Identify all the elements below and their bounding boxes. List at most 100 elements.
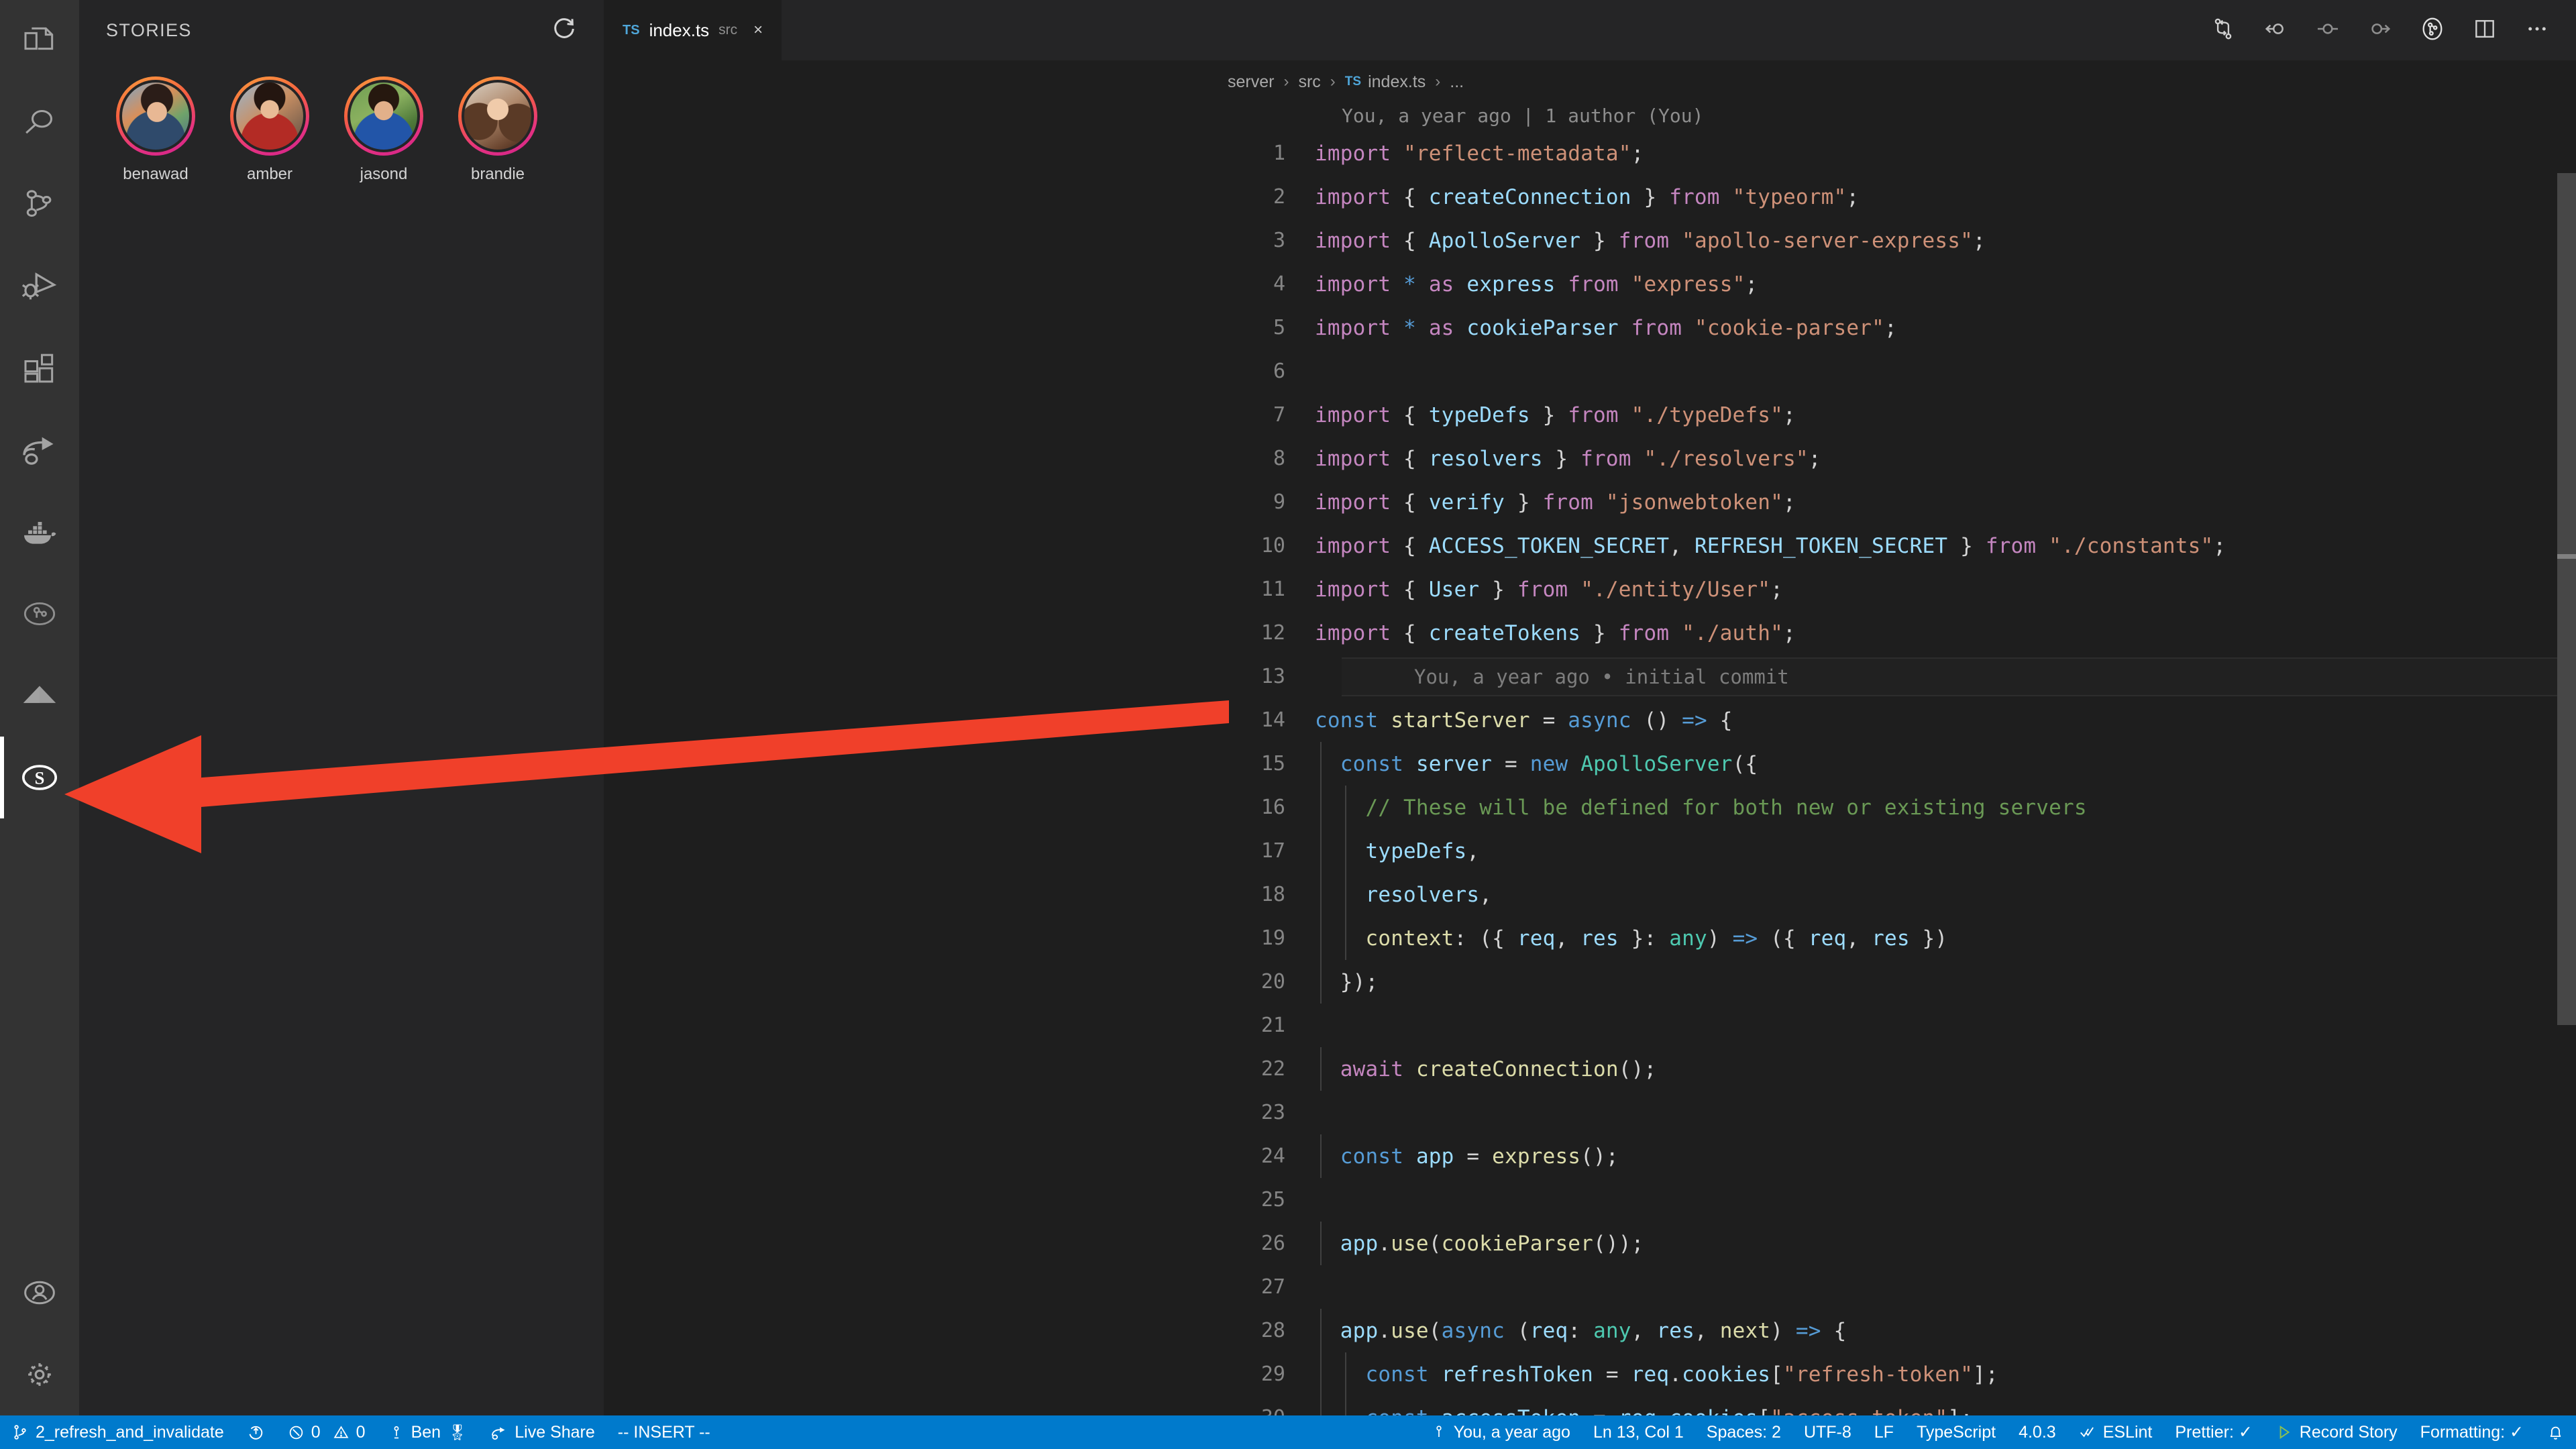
activity-bar-item-source-control[interactable]	[0, 164, 79, 246]
code-token: }:	[1618, 926, 1670, 951]
activity-bar-item-explorer[interactable]	[0, 0, 79, 82]
status-eslint[interactable]: ESLint	[2068, 1415, 2164, 1449]
more-actions-button[interactable]	[2522, 15, 2552, 45]
refresh-stories-button[interactable]	[547, 13, 581, 47]
tab-index-ts[interactable]: TS index.ts src ×	[604, 0, 782, 60]
code-token: ApolloServer	[1580, 751, 1733, 776]
status-problems[interactable]: 0 0	[276, 1415, 377, 1449]
code-line[interactable]: 20 });	[604, 960, 2576, 1004]
code-line[interactable]: 17 typeDefs,	[604, 829, 2576, 873]
line-number: 22	[1260, 1057, 1285, 1081]
status-formatting[interactable]: Formatting: ✓	[2409, 1415, 2535, 1449]
status-encoding[interactable]: UTF-8	[1792, 1415, 1863, 1449]
status-sync-changes[interactable]	[235, 1415, 276, 1449]
code-line[interactable]: 10 import { ACCESS_TOKEN_SECRET, REFRESH_…	[604, 524, 2576, 568]
eslint-label: ESLint	[2102, 1422, 2153, 1442]
breadcrumb-item-server[interactable]: server	[1228, 72, 1274, 92]
git-file-history-button[interactable]	[2418, 15, 2447, 45]
activity-bar-item-accounts[interactable]	[0, 1252, 79, 1334]
status-liveshare-user[interactable]: Ben 🎖	[377, 1415, 479, 1449]
code-line[interactable]: 9 import { verify } from "jsonwebtoken";	[604, 480, 2576, 524]
code-token: cookieParser	[1441, 1231, 1594, 1256]
bell-icon	[2546, 1424, 2565, 1442]
code-line[interactable]: 7 import { typeDefs } from "./typeDefs";	[604, 393, 2576, 437]
code-line[interactable]: 29 const refreshToken = req.cookies["ref…	[604, 1352, 2576, 1396]
codelens-commit-label[interactable]: You, a year ago • initial commit	[1414, 665, 1789, 688]
breadcrumb-item-src[interactable]: src	[1298, 72, 1320, 92]
compare-changes-button[interactable]	[2208, 15, 2238, 45]
code-line[interactable]: 25	[604, 1178, 2576, 1222]
code-line[interactable]: 22 await createConnection();	[604, 1047, 2576, 1091]
status-git-branch[interactable]: 2_refresh_and_invalidate	[0, 1415, 235, 1449]
next-change-button[interactable]	[2365, 15, 2395, 45]
code-line-codelens[interactable]: 13 You, a year ago • initial commit	[604, 655, 2576, 698]
activity-bar-item-test-explorer[interactable]	[0, 573, 79, 655]
code-line[interactable]: 6	[604, 350, 2576, 393]
status-typescript-version[interactable]: 4.0.3	[2007, 1415, 2068, 1449]
story-item[interactable]: amber	[221, 76, 318, 184]
code-line[interactable]: 19 context: ({ req, res }: any) => ({ re…	[604, 916, 2576, 960]
avatar	[350, 83, 417, 150]
story-item[interactable]: jasond	[335, 76, 432, 184]
activity-bar-item-extensions[interactable]	[0, 327, 79, 409]
code-editor[interactable]: You, a year ago | 1 author (You) 1 import…	[604, 103, 2576, 1415]
code-line[interactable]: 21	[604, 1004, 2576, 1047]
code-line-content: typeDefs,	[1315, 839, 2576, 863]
story-item[interactable]: benawad	[107, 76, 204, 184]
code-line[interactable]: 14 const startServer = async () => {	[604, 698, 2576, 742]
activity-bar-item-stories[interactable]: S	[0, 737, 79, 818]
code-line[interactable]: 2 import { createConnection } from "typeo…	[604, 175, 2576, 219]
code-line[interactable]: 26 app.use(cookieParser());	[604, 1222, 2576, 1265]
activity-bar-item-vercel[interactable]	[0, 655, 79, 737]
status-record-story[interactable]: Record Story	[2264, 1415, 2409, 1449]
code-line[interactable]: 27	[604, 1265, 2576, 1309]
previous-change-button[interactable]	[2261, 15, 2290, 45]
activity-bar-item-docker[interactable]	[0, 491, 79, 573]
code-line[interactable]: 30 const accessToken = req.cookies["acce…	[604, 1396, 2576, 1415]
code-line-content: import { verify } from "jsonwebtoken";	[1315, 490, 2576, 515]
indent-guide	[1320, 1396, 1322, 1415]
play-triangle-icon	[2275, 1424, 2293, 1441]
code-line[interactable]: 11 import { User } from "./entity/User";	[604, 568, 2576, 611]
codelens-author-header[interactable]: You, a year ago | 1 author (You)	[1342, 105, 1703, 127]
story-item[interactable]: brandie	[449, 76, 546, 184]
breadcrumb-separator: ›	[1283, 72, 1289, 91]
status-notifications[interactable]	[2535, 1415, 2576, 1449]
code-line[interactable]: 3 import { ApolloServer } from "apollo-se…	[604, 219, 2576, 262]
code-line[interactable]: 5 import * as cookieParser from "cookie-p…	[604, 306, 2576, 350]
split-editor-button[interactable]	[2470, 15, 2500, 45]
activity-bar-item-settings[interactable]	[0, 1334, 79, 1415]
side-panel-header: STORIES	[79, 0, 604, 60]
code-line[interactable]: 15 const server = new ApolloServer({	[604, 742, 2576, 786]
code-token: {	[1391, 446, 1429, 471]
activity-bar-item-live-share[interactable]	[0, 409, 79, 491]
gear-icon	[21, 1356, 58, 1393]
editor-vertical-scrollbar[interactable]	[2557, 103, 2576, 1415]
close-icon[interactable]: ×	[753, 21, 763, 40]
current-change-button[interactable]	[2313, 15, 2343, 45]
code-line[interactable]: 8 import { resolvers } from "./resolvers"…	[604, 437, 2576, 480]
status-git-blame[interactable]: You, a year ago	[1419, 1415, 1582, 1449]
breadcrumb-item-file[interactable]: index.ts	[1368, 72, 1426, 92]
activity-bar-item-run-and-debug[interactable]	[0, 246, 79, 327]
status-prettier[interactable]: Prettier: ✓	[2163, 1415, 2263, 1449]
status-live-share[interactable]: Live Share	[478, 1415, 606, 1449]
code-line[interactable]: 24 const app = express();	[604, 1134, 2576, 1178]
status-eol[interactable]: LF	[1863, 1415, 1905, 1449]
status-indentation[interactable]: Spaces: 2	[1695, 1415, 1792, 1449]
status-bar: 2_refresh_and_invalidate 0 0 Ben 🎖 Live …	[0, 1415, 2576, 1449]
code-line[interactable]: 28 app.use(async (req: any, res, next) =…	[604, 1309, 2576, 1352]
code-line[interactable]: 18 resolvers,	[604, 873, 2576, 916]
breadcrumb-item-symbols[interactable]: ...	[1450, 72, 1464, 92]
code-line[interactable]: 16 // These will be defined for both new…	[604, 786, 2576, 829]
status-language-mode[interactable]: TypeScript	[1905, 1415, 2007, 1449]
status-cursor-position[interactable]: Ln 13, Col 1	[1582, 1415, 1695, 1449]
code-line[interactable]: 1 import "reflect-metadata";	[604, 131, 2576, 175]
code-token: use	[1391, 1231, 1429, 1256]
code-line[interactable]: 23	[604, 1091, 2576, 1134]
activity-bar-item-search[interactable]	[0, 82, 79, 164]
code-line[interactable]: 12 import { createTokens } from "./auth";	[604, 611, 2576, 655]
code-line[interactable]: 4 import * as express from "express";	[604, 262, 2576, 306]
stories-side-panel: STORIES benawad amber jasond brandie	[79, 0, 604, 1415]
scrollbar-thumb[interactable]	[2557, 173, 2576, 1025]
